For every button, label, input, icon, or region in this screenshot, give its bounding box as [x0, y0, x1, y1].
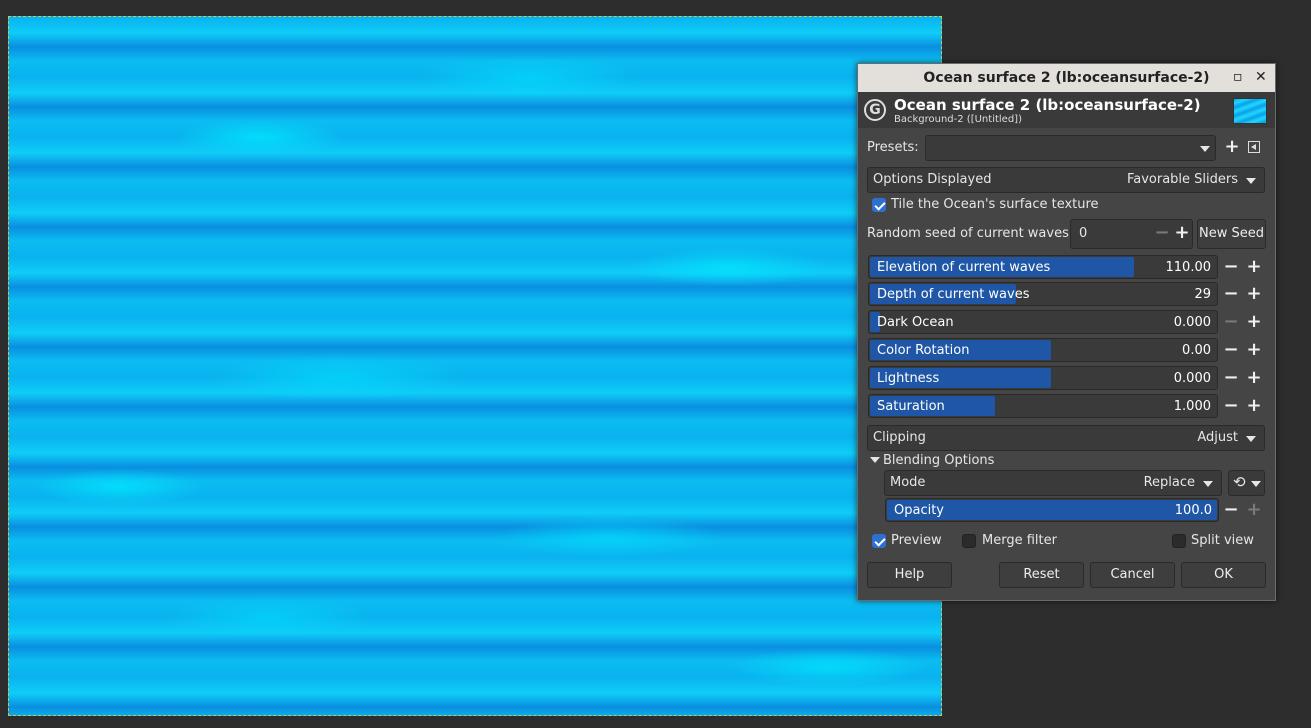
composite-mode-combo[interactable]: ⟲ [1228, 470, 1265, 496]
mode-label: Mode [890, 475, 926, 490]
reset-composite-icon: ⟲ [1233, 473, 1246, 491]
slider-2[interactable]: Dark Ocean 0.000 [868, 310, 1218, 334]
dialog-header: G Ocean surface 2 (lb:oceansurface-2) Ba… [858, 92, 1275, 128]
decrease-icon[interactable]: − [1222, 340, 1240, 360]
filter-title: Ocean surface 2 (lb:oceansurface-2) [894, 96, 1201, 114]
chevron-down-icon [1200, 146, 1210, 152]
slider-4[interactable]: Lightness 0.000 [868, 366, 1218, 390]
seed-value: 0 [1079, 226, 1088, 241]
cancel-button[interactable]: Cancel [1090, 562, 1175, 588]
seed-spinbutton[interactable]: 0 − + [1070, 219, 1193, 249]
slider-5[interactable]: Saturation 1.000 [868, 394, 1218, 418]
presets-combo[interactable] [925, 135, 1216, 161]
increase-icon[interactable]: + [1245, 312, 1263, 332]
opacity-decrease-icon[interactable]: − [1222, 500, 1240, 520]
window-title: Ocean surface 2 (lb:oceansurface-2) [923, 70, 1210, 86]
decrease-icon[interactable]: − [1222, 312, 1240, 332]
slider-label: Lightness [877, 371, 940, 386]
decrease-icon[interactable]: − [1222, 368, 1240, 388]
slider-3[interactable]: Color Rotation 0.00 [868, 338, 1218, 362]
preview-label: Preview [891, 533, 942, 548]
new-seed-button[interactable]: New Seed [1197, 219, 1266, 249]
opacity-increase-icon[interactable]: + [1245, 500, 1263, 520]
increase-icon[interactable]: + [1245, 257, 1263, 277]
increase-icon[interactable]: + [1245, 368, 1263, 388]
help-button[interactable]: Help [867, 562, 952, 588]
tile-checkbox[interactable] [872, 198, 886, 212]
decrease-icon[interactable]: − [1222, 284, 1240, 304]
ok-button[interactable]: OK [1181, 562, 1266, 588]
maximize-icon[interactable]: ▫ [1233, 69, 1243, 85]
slider-label: Saturation [877, 399, 945, 414]
clipping-value: Adjust [1197, 430, 1238, 445]
chevron-down-icon [1246, 178, 1256, 184]
clipping-label: Clipping [873, 430, 926, 445]
mode-combo[interactable]: Mode Replace [884, 470, 1222, 496]
opacity-label: Opacity [894, 503, 945, 518]
split-view-checkbox[interactable] [1172, 534, 1186, 548]
presets-label: Presets: [867, 140, 919, 155]
options-displayed-combo[interactable]: Options Displayed Favorable Sliders [867, 167, 1265, 193]
slider-label: Elevation of current waves [877, 260, 1051, 275]
reset-button[interactable]: Reset [999, 562, 1084, 588]
chevron-down-icon [1251, 481, 1261, 487]
slider-value: 29 [1194, 287, 1211, 302]
seed-decrease-icon[interactable]: − [1153, 223, 1171, 243]
mode-value: Replace [1143, 475, 1195, 490]
slider-label: Color Rotation [877, 343, 970, 358]
gimp-logo-icon: G [864, 99, 886, 121]
layer-thumbnail [1233, 98, 1267, 124]
slider-value: 0.00 [1182, 343, 1211, 358]
blending-options-expander[interactable]: Blending Options [883, 453, 994, 468]
image-canvas[interactable] [8, 16, 942, 716]
decrease-icon[interactable]: − [1222, 257, 1240, 277]
seed-label: Random seed of current waves [867, 226, 1069, 241]
seed-increase-icon[interactable]: + [1173, 223, 1191, 243]
preset-menu-icon[interactable] [1248, 141, 1260, 153]
options-displayed-value: Favorable Sliders [1126, 172, 1238, 187]
increase-icon[interactable]: + [1245, 396, 1263, 416]
slider-value: 0.000 [1173, 371, 1211, 386]
merge-filter-checkbox[interactable] [962, 534, 976, 548]
slider-label: Dark Ocean [877, 315, 954, 330]
opacity-value: 100.0 [1174, 503, 1212, 518]
decrease-icon[interactable]: − [1222, 396, 1240, 416]
opacity-slider[interactable]: Opacity 100.0 [885, 498, 1219, 522]
close-icon[interactable]: ✕ [1255, 69, 1267, 85]
merge-filter-label: Merge filter [982, 533, 1057, 548]
dialog-titlebar[interactable]: Ocean surface 2 (lb:oceansurface-2) ▫ ✕ [858, 64, 1275, 92]
increase-icon[interactable]: + [1245, 284, 1263, 304]
chevron-down-icon [1203, 481, 1213, 487]
slider-label: Depth of current waves [877, 287, 1030, 302]
expander-triangle-icon[interactable] [870, 457, 880, 463]
chevron-down-icon [1246, 436, 1256, 442]
increase-icon[interactable]: + [1245, 340, 1263, 360]
preview-checkbox[interactable] [872, 534, 886, 548]
split-view-label: Split view [1191, 533, 1254, 548]
slider-0[interactable]: Elevation of current waves 110.00 [868, 255, 1218, 279]
options-displayed-label: Options Displayed [873, 172, 992, 187]
tile-label: Tile the Ocean's surface texture [891, 197, 1099, 212]
slider-1[interactable]: Depth of current waves 29 [868, 282, 1218, 306]
slider-value: 1.000 [1173, 399, 1211, 414]
clipping-combo[interactable]: Clipping Adjust [867, 425, 1265, 451]
slider-value: 0.000 [1173, 315, 1211, 330]
add-preset-icon[interactable]: + [1223, 137, 1241, 157]
layer-subtitle: Background-2 ([Untitled]) [894, 114, 1022, 125]
slider-value: 110.00 [1165, 260, 1212, 275]
